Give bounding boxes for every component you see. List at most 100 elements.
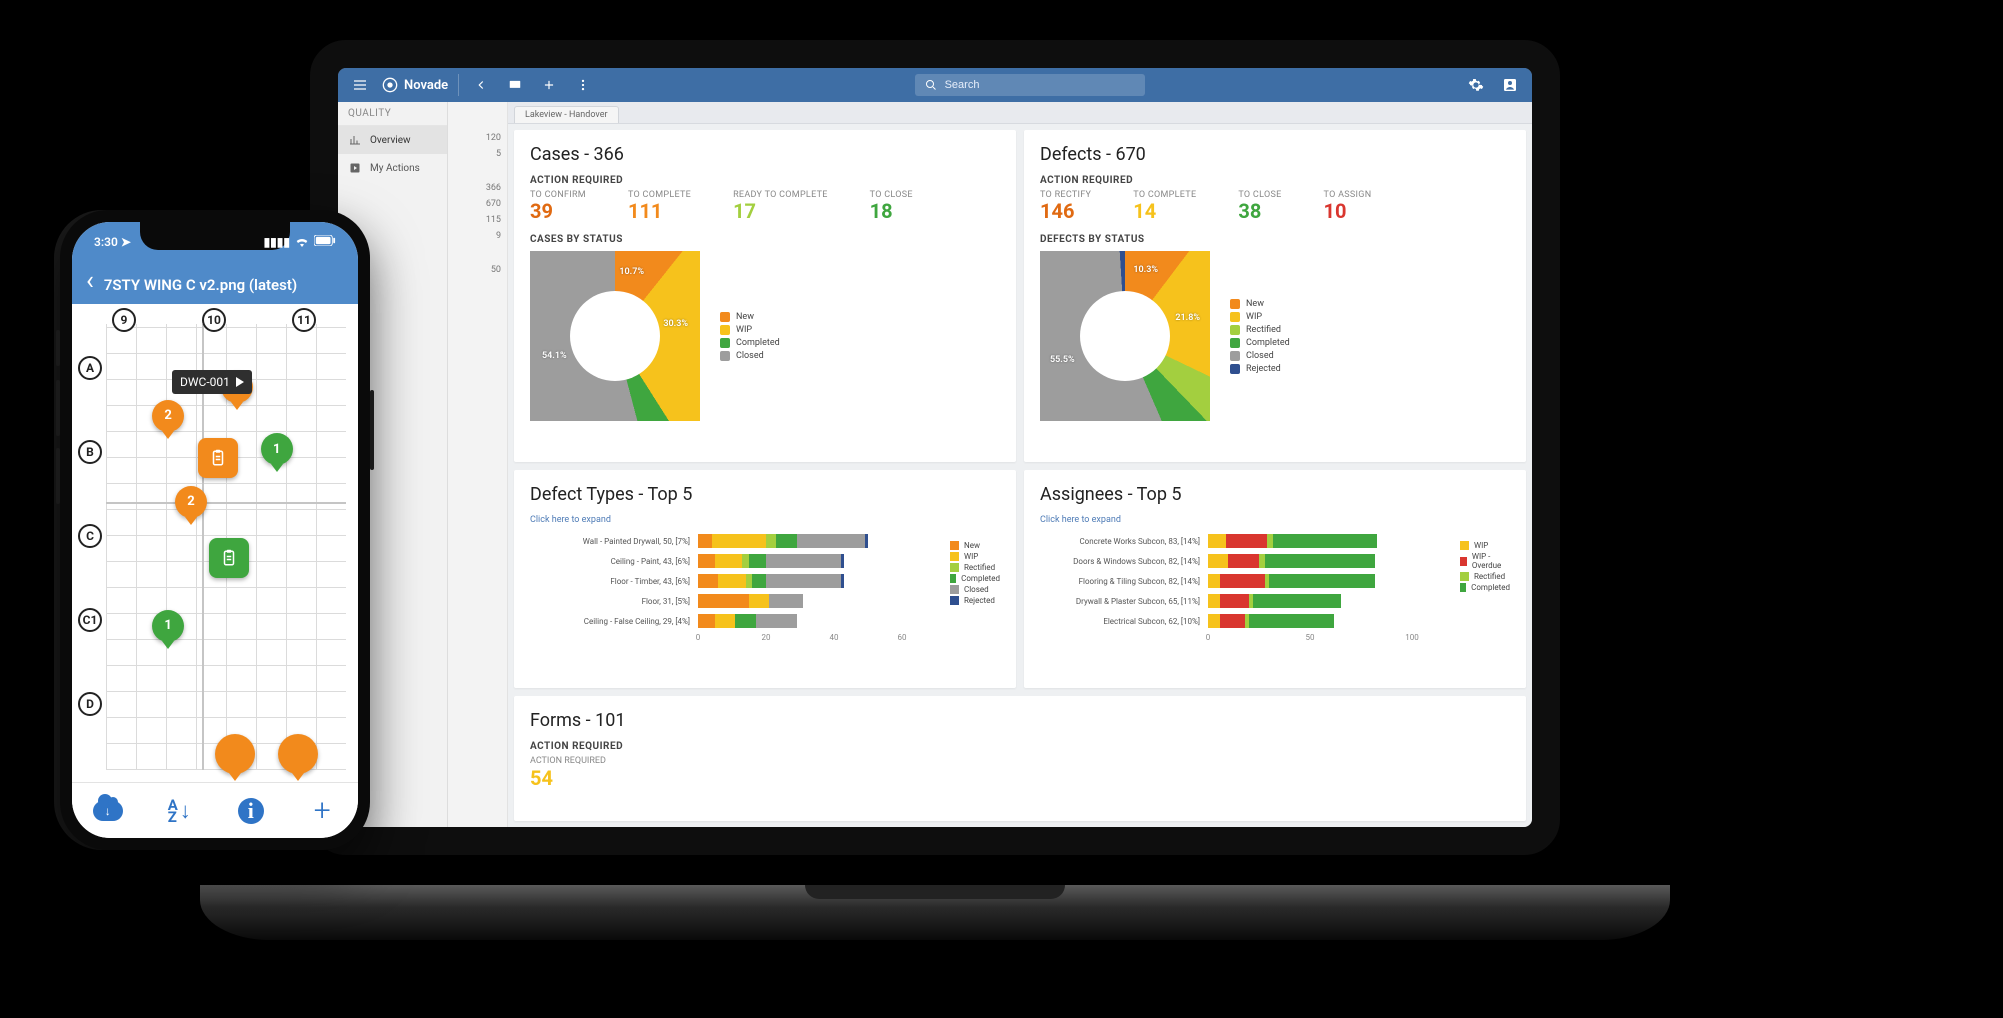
phone-volume-up [56,380,60,436]
legend-item: Closed [1230,351,1290,361]
back-icon[interactable] [469,73,493,97]
legend-item: WIP [950,552,1000,561]
floorplan[interactable]: 91011 ABCC1D 22121 DWC-001 [72,304,358,782]
defect-types-labels: Wall - Painted Drywall, 50, [7%]Ceiling … [530,531,690,647]
bar-segment [756,614,797,628]
bar-segment [776,534,796,548]
status-right: ▮▮▮▮ [264,235,336,250]
legend-label: Rectified [964,563,995,572]
map-pin[interactable] [215,734,255,774]
bar-segment [698,574,718,588]
legend-swatch [950,596,959,605]
legend-item: Rejected [1230,364,1290,374]
clipboard-icon [220,549,238,567]
phone-bottombar: ↓ AZ↓ i + [72,782,358,838]
settings-icon[interactable] [1464,73,1488,97]
workspace-icon[interactable] [503,73,527,97]
card-assignees: Assignees - Top 5 Click here to expand C… [1024,470,1526,688]
bar-label: Electrical Subcon, 62, [10%] [1040,611,1200,631]
sort-button[interactable]: AZ↓ [161,793,197,829]
legend-item: Rectified [950,563,1000,572]
legend-item: Rectified [1230,325,1290,335]
legend-item: Completed [1460,583,1510,592]
action-value: 39 [530,200,586,222]
action-to-rectify[interactable]: TO RECTIFY146 [1040,190,1091,222]
legend-label: New [736,312,754,322]
legend-label: WIP - Overdue [1472,552,1510,570]
case-tag[interactable]: DWC-001 [172,370,252,394]
action-to-complete[interactable]: TO COMPLETE111 [628,190,691,222]
donut-pct: 30.3% [663,319,688,329]
tab-project[interactable]: Lakeview - Handover [514,106,619,123]
sidebar-module: QUALITY [338,102,447,126]
action-to-complete[interactable]: TO COMPLETE14 [1133,190,1196,222]
assignees-labels: Concrete Works Subcon, 83, [14%]Doors & … [1040,531,1200,647]
action-to-assign[interactable]: TO ASSIGN10 [1324,190,1372,222]
grid-row-label: A [78,356,102,380]
counter-value: 5 [496,149,501,159]
legend-swatch [950,585,959,594]
legend-swatch [1460,572,1469,581]
legend-label: Closed [964,585,989,594]
assignees-expand[interactable]: Click here to expand [1040,515,1510,525]
action-to-confirm[interactable]: TO CONFIRM39 [530,190,586,222]
divider [458,74,459,96]
bar-label: Drywall & Plaster Subcon, 65, [11%] [1040,591,1200,611]
sidebar-item-overview[interactable]: Overview [338,126,447,154]
action-to-close[interactable]: TO CLOSE38 [1238,190,1281,222]
bar-segment [766,534,776,548]
counter-value: 9 [496,231,501,241]
bar-label: Concrete Works Subcon, 83, [14%] [1040,531,1200,551]
status-time: 3:30 ➤ [94,235,131,249]
axis-tick: 100 [1405,633,1419,642]
map-pin[interactable]: 1 [152,610,184,642]
map-pin[interactable] [209,538,249,578]
cases-donut-chart: 10.7%30.3%54.1% [530,251,700,421]
account-icon[interactable] [1498,73,1522,97]
bar-segment [1208,614,1220,628]
sidebar-item-my-actions[interactable]: My Actions [338,154,447,182]
legend-swatch [720,338,730,348]
axis-tick: 0 [696,633,701,642]
sidebar-item-label: Overview [370,135,411,146]
download-button[interactable]: ↓ [90,793,126,829]
more-icon[interactable] [571,73,595,97]
legend-item: Completed [720,338,780,348]
counter-value: 50 [491,265,501,275]
info-button[interactable]: i [233,793,269,829]
phone-volume-down [56,448,60,504]
legend-swatch [1460,583,1466,592]
topbar: Novade [338,68,1532,102]
bar-label: Ceiling - False Ceiling, 29, [4%] [530,611,690,631]
map-pin[interactable] [198,438,238,478]
action-value: 17 [733,200,828,222]
defects-title: Defects - 670 [1040,144,1510,165]
map-pin[interactable]: 2 [175,486,207,518]
menu-icon[interactable] [348,73,372,97]
defect-types-expand[interactable]: Click here to expand [530,515,1000,525]
action-value: 38 [1238,200,1281,222]
legend-swatch [950,552,959,561]
search-box[interactable] [915,74,1145,96]
bar-segment [766,574,841,588]
bar-label: Doors & Windows Subcon, 82, [14%] [1040,551,1200,571]
bar-segment [1220,594,1249,608]
search-input[interactable] [943,78,1123,92]
axis-tick: 50 [1306,633,1315,642]
map-pin[interactable] [278,734,318,774]
action-to-close[interactable]: TO CLOSE18 [870,190,913,222]
axis-tick: 60 [898,633,907,642]
map-pin[interactable]: 1 [261,433,293,465]
assignees-title: Assignees - Top 5 [1040,484,1510,505]
legend-item: WIP - Overdue [1460,552,1510,570]
defects-actions: TO RECTIFY146 TO COMPLETE14 TO CLOSE38 TO A… [1040,190,1510,222]
legend-label: Completed [961,574,1000,583]
legend-swatch [720,351,730,361]
bar-segment [1249,614,1335,628]
add-button[interactable]: + [304,793,340,829]
back-button[interactable]: ‹ [86,268,94,294]
add-icon[interactable] [537,73,561,97]
bar-row [1208,531,1412,551]
map-pin[interactable]: 2 [152,400,184,432]
action-ready-to-complete[interactable]: READY TO COMPLETE17 [733,190,828,222]
